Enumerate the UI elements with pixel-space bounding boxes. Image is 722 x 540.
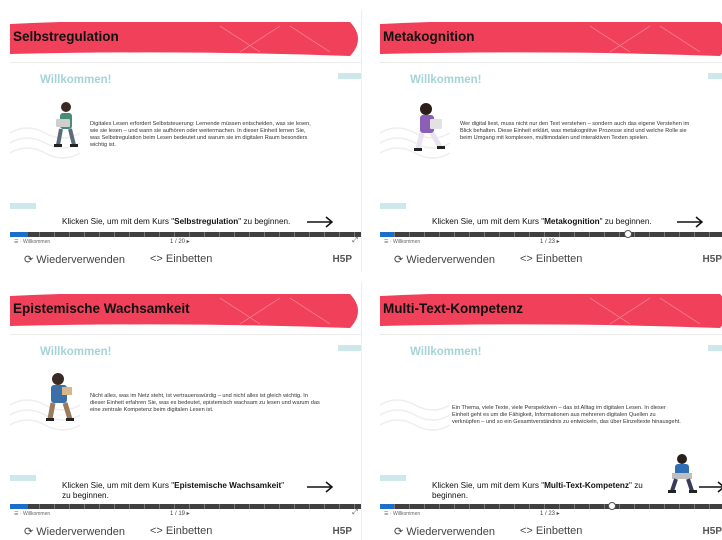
title-banner: Metakognition xyxy=(380,22,722,56)
fullscreen-icon[interactable]: ⤢ xyxy=(352,509,358,517)
page-counter: 1 / 19 ▸ xyxy=(170,511,190,517)
reuse-button[interactable]: ⟳ Wiederverwenden xyxy=(24,253,125,266)
arrow-right-icon[interactable] xyxy=(306,216,334,228)
page-counter: 1 / 23 ▸ xyxy=(540,511,560,517)
menu-button[interactable]: ☰ · Willkommen xyxy=(384,511,420,517)
h5p-logo[interactable]: H5P xyxy=(703,254,722,265)
embed-button[interactable]: <> Einbetten xyxy=(520,253,582,265)
decor-bar xyxy=(10,203,36,209)
embed-button[interactable]: <> Einbetten xyxy=(520,525,582,537)
slide-area: Willkommen! Nicht alles, was im Netz ste… xyxy=(10,335,361,505)
refresh-icon: ⟳ xyxy=(394,526,404,538)
decor-bar xyxy=(338,73,361,79)
person-tablet-illustration xyxy=(414,103,445,151)
h5p-logo[interactable]: H5P xyxy=(333,526,352,537)
h5p-logo[interactable]: H5P xyxy=(703,526,722,537)
h5p-footer: ⟳ Wiederverwenden <> Einbetten H5P xyxy=(380,522,722,540)
course-title: Metakognition xyxy=(383,29,475,44)
fullscreen-icon[interactable]: ⤢ xyxy=(352,237,358,245)
h5p-card-metakognition: Metakognition Willkommen! Wer digital li… xyxy=(380,10,722,272)
embed-button[interactable]: <> Einbetten xyxy=(150,253,212,265)
course-description: Wer digital liest, muss nicht nur den Te… xyxy=(460,121,690,141)
decor-bar xyxy=(338,345,361,351)
course-title: Multi-Text-Kompetenz xyxy=(383,301,523,316)
slide-area: Willkommen! Ein Thema, viele Texte, viel… xyxy=(380,335,722,505)
arrow-right-icon[interactable] xyxy=(698,481,722,493)
nav-bar: ☰ · Willkommen 1 / 23 ▸ ⤢ xyxy=(380,509,722,521)
decor-bar xyxy=(708,345,722,351)
arrow-right-icon[interactable] xyxy=(306,481,334,493)
person-sitting-book-illustration xyxy=(46,373,74,421)
menu-button[interactable]: ☰ · Willkommen xyxy=(14,239,50,245)
refresh-icon: ⟳ xyxy=(24,254,34,266)
code-icon: <> xyxy=(150,253,163,265)
refresh-icon: ⟳ xyxy=(394,254,404,266)
h5p-card-selbstregulation: Selbstregulation Willkommen! Digitales L… xyxy=(10,10,362,272)
slide-area: Willkommen! Digitales Lesen erfordert Se… xyxy=(10,63,361,233)
h5p-card-epistemische-wachsamkeit: Epistemische Wachsamkeit Willkommen! Nic… xyxy=(10,282,362,540)
arrow-right-icon[interactable] xyxy=(676,216,704,228)
menu-button[interactable]: ☰ · Willkommen xyxy=(14,511,50,517)
welcome-heading: Willkommen! xyxy=(410,346,482,358)
h5p-footer: ⟳ Wiederverwenden <> Einbetten H5P xyxy=(10,522,361,540)
start-course-text[interactable]: Klicken Sie, um mit dem Kurs "Epistemisc… xyxy=(62,481,292,501)
start-course-text[interactable]: Klicken Sie, um mit dem Kurs "Selbstregu… xyxy=(62,217,290,227)
decor-bar xyxy=(708,73,722,79)
welcome-heading: Willkommen! xyxy=(410,74,482,86)
title-banner: Selbstregulation xyxy=(10,22,361,56)
title-banner: Multi-Text-Kompetenz xyxy=(380,294,722,328)
code-icon: <> xyxy=(150,525,163,537)
code-icon: <> xyxy=(520,253,533,265)
welcome-heading: Willkommen! xyxy=(40,346,112,358)
title-banner: Epistemische Wachsamkeit xyxy=(10,294,361,328)
nav-bar: ☰ · Willkommen 1 / 23 ▸ ⤢ xyxy=(380,237,722,249)
decor-bar xyxy=(380,203,406,209)
code-icon: <> xyxy=(520,525,533,537)
person-reading-illustration xyxy=(54,102,78,147)
h5p-logo[interactable]: H5P xyxy=(333,254,352,265)
decor-bar xyxy=(380,475,406,481)
h5p-footer: ⟳ Wiederverwenden <> Einbetten H5P xyxy=(10,250,361,272)
course-description: Nicht alles, was im Netz steht, ist vert… xyxy=(90,393,320,413)
course-description: Digitales Lesen erfordert Selbststeuerun… xyxy=(90,121,311,148)
nav-bar: ☰ · Willkommen 1 / 20 ▸ ⤢ xyxy=(10,237,361,249)
nav-bar: ☰ · Willkommen 1 / 19 ▸ ⤢ xyxy=(10,509,361,521)
h5p-footer: ⟳ Wiederverwenden <> Einbetten H5P xyxy=(380,250,722,272)
wave-decoration xyxy=(380,399,450,431)
slide-area: Willkommen! Wer digital liest, muss nich… xyxy=(380,63,722,233)
page-counter: 1 / 20 ▸ xyxy=(170,239,190,245)
h5p-card-multi-text-kompetenz: Multi-Text-Kompetenz Willkommen! Ein The… xyxy=(380,282,722,540)
reuse-button[interactable]: ⟳ Wiederverwenden xyxy=(394,253,495,266)
person-laptop-illustration xyxy=(668,454,697,493)
embed-button[interactable]: <> Einbetten xyxy=(150,525,212,537)
course-title: Epistemische Wachsamkeit xyxy=(13,301,190,316)
course-description: Ein Thema, viele Texte, viele Perspektiv… xyxy=(452,405,681,425)
welcome-heading: Willkommen! xyxy=(40,74,112,86)
page-counter: 1 / 23 ▸ xyxy=(540,239,560,245)
course-title: Selbstregulation xyxy=(13,29,119,44)
start-course-text[interactable]: Klicken Sie, um mit dem Kurs "Metakognit… xyxy=(432,217,652,227)
reuse-button[interactable]: ⟳ Wiederverwenden xyxy=(24,525,125,538)
start-course-text[interactable]: Klicken Sie, um mit dem Kurs "Multi-Text… xyxy=(432,481,662,501)
reuse-button[interactable]: ⟳ Wiederverwenden xyxy=(394,525,495,538)
decor-bar xyxy=(10,475,36,481)
menu-button[interactable]: ☰ · Willkommen xyxy=(384,239,420,245)
refresh-icon: ⟳ xyxy=(24,526,34,538)
